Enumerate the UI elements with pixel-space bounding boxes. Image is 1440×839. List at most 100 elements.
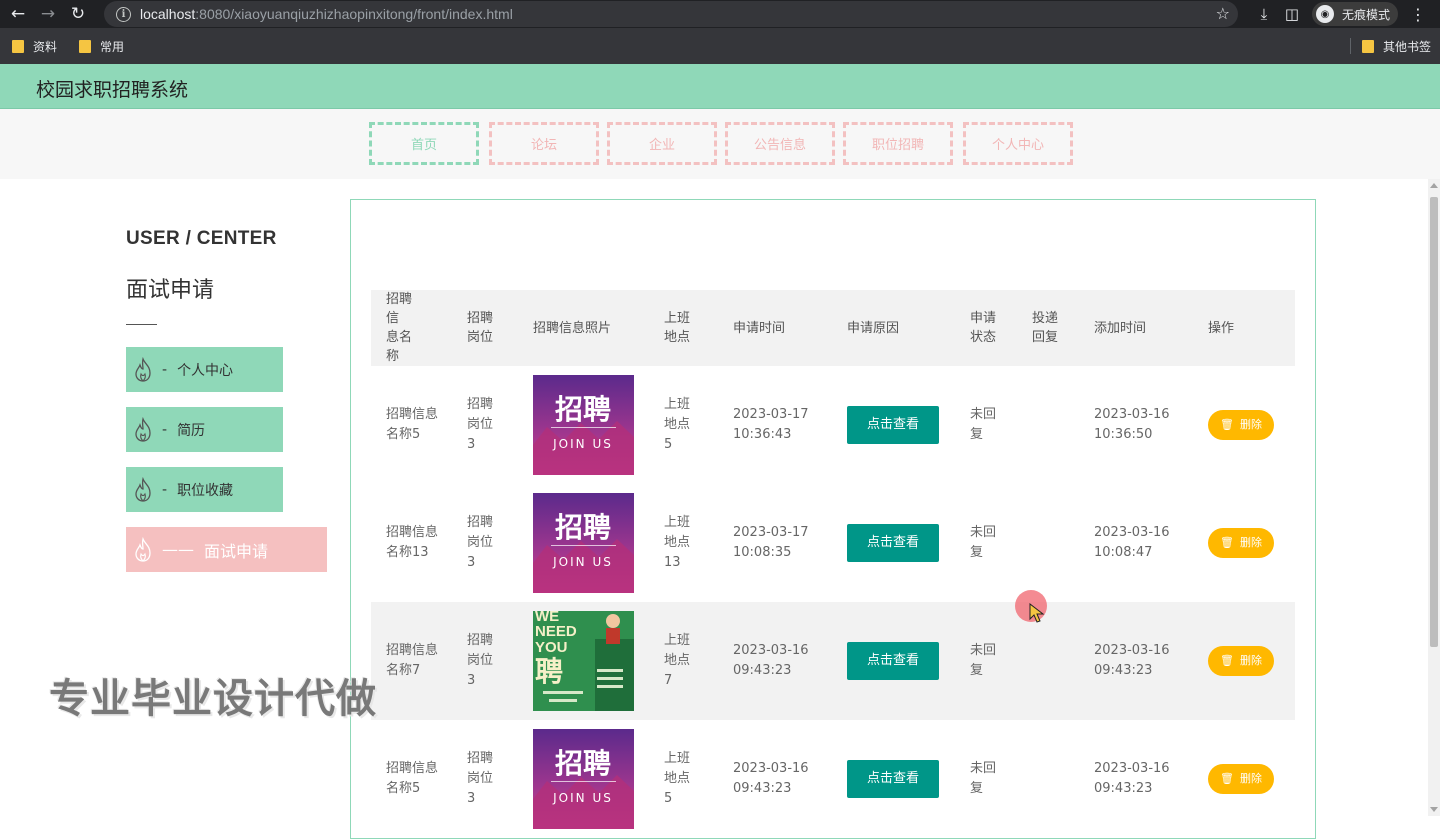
sidebar-item-label: 面试申请 bbox=[204, 541, 269, 561]
col-apply-time: 申请时间 bbox=[733, 320, 786, 336]
cell-added-time: 2023-03-16 09:43:23 bbox=[1079, 720, 1193, 838]
sidepanel-icon[interactable]: ◫ bbox=[1278, 0, 1306, 28]
browser-toolbar: ← → ↻ i localhost:8080/xiaoyuanqiuzhizha… bbox=[0, 0, 1440, 28]
cell-actions: 🗑 删除 bbox=[1193, 602, 1295, 720]
header-line: 岗位 bbox=[467, 330, 494, 345]
cell-post: 招聘岗位3 bbox=[452, 720, 518, 838]
job-location: 上班地点13 bbox=[664, 515, 691, 570]
cell-added-time: 2023-03-16 10:36:50 bbox=[1079, 366, 1193, 484]
bookmark-folder-2[interactable]: 常用 bbox=[79, 38, 124, 55]
nav-company[interactable]: 企业 bbox=[607, 122, 717, 165]
cell-name: 招聘信息名称13 bbox=[371, 484, 452, 602]
sidebar-item-favorites[interactable]: - 职位收藏 bbox=[126, 467, 283, 512]
apply-status: 未回复 bbox=[970, 407, 997, 442]
bookmark-star-icon[interactable]: ☆ bbox=[1216, 4, 1230, 23]
cell-status: 未回复 bbox=[955, 602, 1017, 720]
col-status: 申请 状态 bbox=[955, 290, 1017, 366]
site-header: 校园求职招聘系统 bbox=[0, 64, 1440, 109]
delete-label: 删除 bbox=[1239, 772, 1262, 785]
job-poster-image[interactable]: 招聘 JOIN US bbox=[533, 729, 634, 829]
header-line: 招聘信 bbox=[386, 292, 413, 326]
site-title: 校园求职招聘系统 bbox=[36, 79, 189, 101]
table-row: 招聘信息名称13 招聘岗位3 招聘 JOIN US 上班地点13 2023-03… bbox=[371, 484, 1295, 602]
job-poster-image[interactable]: 招聘 JOIN US bbox=[533, 493, 634, 593]
view-reason-button[interactable]: 点击查看 bbox=[847, 642, 939, 680]
download-icon[interactable]: ⤓ bbox=[1250, 0, 1278, 28]
delete-button[interactable]: 🗑 删除 bbox=[1208, 410, 1274, 440]
info-icon[interactable]: i bbox=[116, 6, 131, 22]
cell-location: 上班地点13 bbox=[649, 484, 718, 602]
table-row: 招聘信息名称5 招聘岗位3 招聘 JOIN US 上班地点5 2023-03-1… bbox=[371, 366, 1295, 484]
added-clock: 10:08:47 bbox=[1094, 545, 1153, 560]
cell-reason: 点击查看 bbox=[832, 720, 955, 838]
apply-date: 2023-03-16 bbox=[733, 761, 809, 776]
poster-small-text: JOIN US bbox=[552, 555, 613, 569]
view-reason-button[interactable]: 点击查看 bbox=[847, 760, 939, 798]
scroll-down-arrow-icon[interactable] bbox=[1430, 807, 1438, 812]
poster-big-text: 招聘 bbox=[555, 747, 611, 780]
col-location: 上班 地点 bbox=[649, 290, 718, 366]
cell-status: 未回复 bbox=[955, 484, 1017, 602]
url-path: :8080/xiaoyuanqiuzhizhaopinxitong/front/… bbox=[195, 6, 513, 22]
other-bookmarks[interactable]: 其他书签 bbox=[1362, 38, 1431, 55]
forward-arrow-icon[interactable]: → bbox=[33, 0, 63, 28]
table-row: 招聘信息名称7 招聘岗位3 WE NEED YOU 聘 上班地点7 2023-0… bbox=[371, 602, 1295, 720]
flame-icon bbox=[135, 476, 151, 502]
job-location: 上班地点5 bbox=[664, 751, 691, 806]
interview-table: 招聘信 息名称 招聘 岗位 招聘信息照片 上班 地点 申请时间 申请原因 申请 状态 投… bbox=[371, 290, 1295, 838]
main-nav: 首页 论坛 企业 公告信息 职位招聘 个人中心 bbox=[0, 109, 1440, 179]
cell-status: 未回复 bbox=[955, 366, 1017, 484]
sidebar-item-dash: - bbox=[162, 421, 168, 438]
trash-icon: 🗑 bbox=[1220, 536, 1234, 549]
sidebar-item-resume[interactable]: - 简历 bbox=[126, 407, 283, 452]
sidebar-item-interview[interactable]: —— 面试申请 bbox=[126, 527, 327, 572]
reload-icon[interactable]: ↻ bbox=[63, 0, 93, 28]
job-poster-image[interactable]: WE NEED YOU 聘 bbox=[533, 611, 634, 711]
back-arrow-icon[interactable]: ← bbox=[3, 0, 33, 28]
apply-clock: 09:43:23 bbox=[733, 663, 792, 678]
sidebar-item-user-center[interactable]: - 个人中心 bbox=[126, 347, 283, 392]
col-name: 招聘信 息名称 bbox=[371, 290, 452, 366]
cell-location: 上班地点7 bbox=[649, 602, 718, 720]
nav-home[interactable]: 首页 bbox=[369, 122, 479, 165]
col-name-label: 招聘信 息名称 bbox=[386, 290, 416, 366]
cell-apply-time: 2023-03-16 09:43:23 bbox=[718, 720, 832, 838]
cell-name: 招聘信息名称5 bbox=[371, 720, 452, 838]
bookmark-divider bbox=[1350, 38, 1351, 54]
table-row: 招聘信息名称5 招聘岗位3 招聘 JOIN US 上班地点5 2023-03-1… bbox=[371, 720, 1295, 838]
delete-button[interactable]: 🗑 删除 bbox=[1208, 646, 1274, 676]
delete-button[interactable]: 🗑 删除 bbox=[1208, 528, 1274, 558]
sidebar-item-dash: - bbox=[162, 481, 168, 498]
page-scrollbar[interactable] bbox=[1428, 179, 1440, 816]
apply-date: 2023-03-16 bbox=[733, 643, 809, 658]
nav-user-center[interactable]: 个人中心 bbox=[963, 122, 1073, 165]
nav-jobs[interactable]: 职位招聘 bbox=[843, 122, 953, 165]
kebab-menu-icon[interactable]: ⋮ bbox=[1404, 0, 1432, 28]
view-reason-button[interactable]: 点击查看 bbox=[847, 406, 939, 444]
bookmarks-bar: 资料 常用 其他书签 bbox=[0, 28, 1440, 64]
incognito-badge[interactable]: ◉ 无痕模式 bbox=[1312, 2, 1399, 26]
cell-actions: 🗑 删除 bbox=[1193, 366, 1295, 484]
job-post: 招聘岗位3 bbox=[467, 397, 494, 452]
header-line: 上班 bbox=[664, 311, 691, 326]
cell-post: 招聘岗位3 bbox=[452, 366, 518, 484]
job-poster-image[interactable]: 招聘 JOIN US bbox=[533, 375, 634, 475]
other-bookmarks-label: 其他书签 bbox=[1383, 40, 1432, 54]
address-bar[interactable]: i localhost:8080/xiaoyuanqiuzhizhaopinxi… bbox=[104, 1, 1238, 27]
cell-location: 上班地点5 bbox=[649, 720, 718, 838]
delete-button[interactable]: 🗑 删除 bbox=[1208, 764, 1274, 794]
nav-announcements[interactable]: 公告信息 bbox=[725, 122, 835, 165]
bookmark-label: 资料 bbox=[33, 39, 58, 54]
cell-photo: 招聘 JOIN US bbox=[518, 366, 649, 484]
cell-photo: WE NEED YOU 聘 bbox=[518, 602, 649, 720]
job-name: 招聘信息名称5 bbox=[386, 407, 439, 442]
view-reason-button[interactable]: 点击查看 bbox=[847, 524, 939, 562]
bookmark-folder-1[interactable]: 资料 bbox=[12, 38, 57, 55]
col-photo: 招聘信息照片 bbox=[533, 320, 612, 336]
job-name: 招聘信息名称5 bbox=[386, 761, 439, 796]
header-line: 申请 bbox=[970, 311, 997, 326]
header-line: 地点 bbox=[664, 330, 691, 345]
nav-forum[interactable]: 论坛 bbox=[489, 122, 599, 165]
scroll-thumb[interactable] bbox=[1430, 197, 1438, 647]
scroll-up-arrow-icon[interactable] bbox=[1430, 183, 1438, 188]
